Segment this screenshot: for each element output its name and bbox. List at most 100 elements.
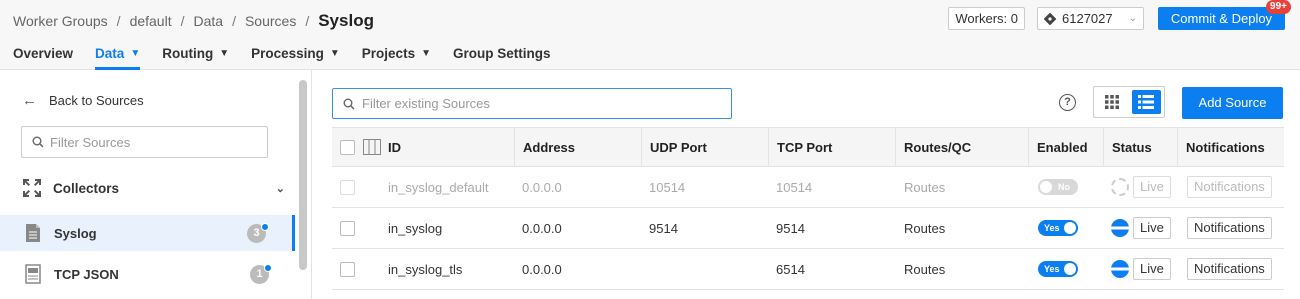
file-icon: [26, 224, 40, 242]
enabled-toggle[interactable]: Yes: [1038, 261, 1078, 277]
collectors-label: Collectors: [53, 180, 120, 196]
git-commit-icon: [1044, 12, 1056, 25]
cell-routes[interactable]: Routes: [904, 208, 945, 248]
tab-label: Overview: [13, 45, 74, 61]
list-view-icon[interactable]: [1131, 90, 1161, 114]
live-button[interactable]: Live: [1133, 176, 1171, 198]
sidebar-item-tcp-json[interactable]: TCP JSON 1: [0, 256, 295, 292]
cell-id[interactable]: in_syslog_default: [388, 167, 488, 207]
breadcrumb-worker-groups[interactable]: Worker Groups: [13, 13, 108, 29]
breadcrumb-separator: /: [305, 13, 310, 29]
chevron-down-icon: ⌄: [275, 182, 285, 195]
caret-down-icon: ▼: [329, 47, 340, 59]
cell-address: 0.0.0.0: [522, 179, 562, 195]
row-checkbox[interactable]: [340, 220, 355, 236]
status-indicator-icon: [1111, 260, 1129, 278]
sources-table: ID Address UDP Port TCP Port Routes/QC E…: [332, 127, 1284, 290]
breadcrumb-separator: /: [180, 13, 185, 29]
notifications-badge[interactable]: 99+: [1266, 0, 1291, 14]
cell-notifications: Notifications: [1187, 208, 1272, 248]
search-icon: [32, 136, 44, 148]
cell-tcp-port: 9514: [776, 220, 805, 236]
enabled-toggle[interactable]: No: [1038, 179, 1078, 195]
back-label: Back to Sources: [49, 93, 144, 108]
row-select: [340, 208, 355, 248]
cell-enabled: Yes: [1038, 249, 1078, 289]
sources-sidebar: ← Back to Sources Filter Sources Collect…: [0, 70, 312, 299]
sources-search-placeholder: Filter existing Sources: [362, 96, 490, 111]
row-select: [340, 167, 355, 207]
select-all-checkbox[interactable]: [340, 139, 355, 155]
header-address[interactable]: Address: [514, 128, 638, 166]
columns-icon[interactable]: [363, 139, 381, 155]
back-to-sources-link[interactable]: ← Back to Sources: [22, 92, 144, 109]
header-id[interactable]: ID: [388, 128, 513, 166]
sidebar-item-label: TCP JSON: [54, 266, 119, 282]
cell-address: 0.0.0.0: [522, 261, 562, 277]
header-status[interactable]: Status: [1103, 128, 1177, 166]
tab-group-settings[interactable]: Group Settings: [453, 43, 551, 63]
cell-enabled: Yes: [1038, 208, 1078, 248]
commit-deploy-button[interactable]: Commit & Deploy 99+: [1158, 0, 1291, 30]
sidebar-item-label: Syslog: [54, 225, 97, 241]
breadcrumb-default[interactable]: default: [130, 13, 172, 29]
header-notifications[interactable]: Notifications: [1177, 128, 1284, 166]
commit-id: 6127027: [1062, 11, 1113, 26]
count-badge: 3: [247, 222, 269, 243]
tab-routing[interactable]: Routing ▼: [162, 43, 229, 63]
sidebar-item-syslog[interactable]: Syslog 3: [0, 215, 295, 251]
row-checkbox[interactable]: [340, 261, 355, 277]
cell-address: 0.0.0.0: [522, 220, 562, 236]
cell-id[interactable]: in_syslog: [388, 208, 442, 248]
sidebar-search-input[interactable]: Filter Sources: [21, 126, 268, 158]
file-icon: [25, 264, 41, 284]
tab-label: Data: [95, 45, 125, 61]
notifications-button[interactable]: Notifications: [1187, 217, 1272, 239]
sidebar-search-placeholder: Filter Sources: [50, 134, 131, 150]
count-badge: 1: [250, 263, 272, 284]
cell-routes[interactable]: Routes: [904, 249, 945, 289]
table-row[interactable]: in_syslog_default 0.0.0.0 10514 10514 Ro…: [332, 167, 1284, 208]
caret-down-icon: ▼: [219, 47, 230, 59]
sources-search-input[interactable]: Filter existing Sources: [332, 88, 732, 119]
help-icon[interactable]: ?: [1059, 94, 1076, 111]
breadcrumb-data[interactable]: Data: [194, 13, 224, 29]
sidebar-scrollbar[interactable]: [299, 80, 307, 270]
breadcrumb: Worker Groups / default / Data / Sources…: [13, 11, 374, 31]
back-arrow-icon: ←: [22, 92, 37, 109]
tab-processing[interactable]: Processing ▼: [251, 43, 340, 63]
row-select: [340, 249, 355, 289]
collectors-section[interactable]: Collectors ⌄: [21, 177, 293, 199]
header-tcp-port[interactable]: TCP Port: [768, 128, 895, 166]
commit-select[interactable]: 6127027 ⌄: [1037, 7, 1144, 30]
add-source-button[interactable]: Add Source: [1182, 87, 1283, 119]
tab-overview[interactable]: Overview: [13, 43, 73, 63]
workers-indicator[interactable]: Workers: 0: [948, 7, 1025, 30]
table-row[interactable]: in_syslog 0.0.0.0 9514 9514 Routes Yes L…: [332, 208, 1284, 249]
header-routes-qc[interactable]: Routes/QC: [895, 128, 1028, 166]
live-button[interactable]: Live: [1133, 217, 1171, 239]
cell-udp-port: 10514: [649, 179, 686, 195]
tab-projects[interactable]: Projects ▼: [362, 43, 431, 63]
cell-routes[interactable]: Routes: [904, 167, 945, 207]
cell-enabled: No: [1038, 167, 1078, 207]
collectors-icon: [23, 179, 41, 197]
breadcrumb-sources[interactable]: Sources: [245, 13, 296, 29]
enabled-toggle[interactable]: Yes: [1038, 220, 1078, 236]
cell-tcp-port: 10514: [776, 179, 813, 195]
header-select: [340, 128, 390, 166]
cell-id[interactable]: in_syslog_tls: [388, 249, 462, 289]
notifications-button[interactable]: Notifications: [1187, 176, 1272, 198]
table-row[interactable]: in_syslog_tls 0.0.0.0 6514 Routes Yes Li…: [332, 249, 1284, 290]
commit-deploy-label: Commit & Deploy: [1170, 11, 1273, 26]
header-udp-port[interactable]: UDP Port: [641, 128, 767, 166]
row-checkbox[interactable]: [340, 179, 355, 195]
grid-view-icon[interactable]: [1097, 90, 1127, 114]
chevron-down-icon: ⌄: [1128, 13, 1137, 24]
search-icon: [343, 98, 355, 110]
cell-notifications: Notifications: [1187, 249, 1272, 289]
notifications-button[interactable]: Notifications: [1187, 258, 1272, 280]
header-enabled[interactable]: Enabled: [1028, 128, 1103, 166]
live-button[interactable]: Live: [1133, 258, 1171, 280]
tab-data[interactable]: Data ▼: [95, 43, 141, 70]
